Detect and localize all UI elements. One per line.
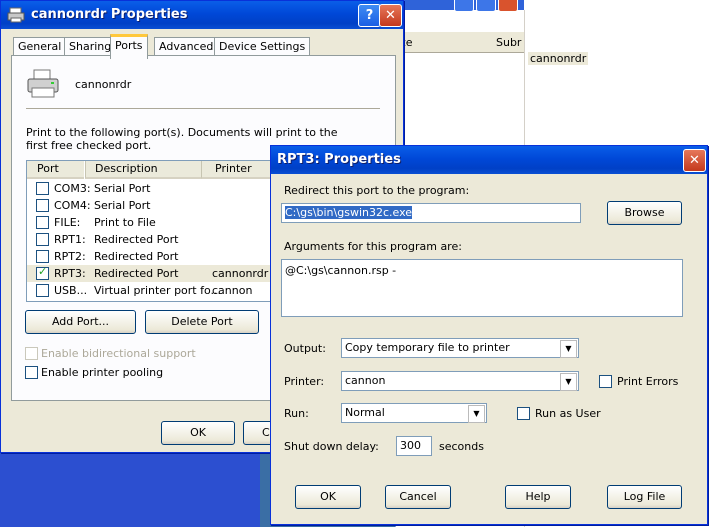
help-button[interactable]: ?	[358, 4, 381, 27]
printer-name: cannonrdr	[75, 78, 132, 91]
tab-general[interactable]: General	[13, 37, 67, 56]
port-checkbox[interactable]	[36, 265, 49, 280]
chevron-down-icon[interactable]: ▼	[560, 373, 577, 391]
port-row-usb[interactable]: USB... Virtual printer port fo... cannon	[27, 282, 289, 299]
print-errors-label: Print Errors	[617, 375, 679, 388]
tab-sharing[interactable]: Sharing	[64, 37, 117, 56]
rpt3-properties-dialog: RPT3: Properties ✕ Redirect this port to…	[270, 145, 708, 525]
tab-ports[interactable]: Ports	[110, 34, 148, 59]
printer-large-icon	[27, 69, 59, 98]
background-title-bar	[396, 0, 524, 12]
port-row-com3[interactable]: COM3: Serial Port	[27, 180, 289, 197]
shutdown-delay-input[interactable]: 300	[396, 436, 432, 456]
tab-device-settings[interactable]: Device Settings	[214, 37, 311, 56]
arguments-label: Arguments for this program are:	[284, 240, 462, 253]
port-checkbox[interactable]	[36, 250, 49, 263]
title-bar: RPT3: Properties ✕	[271, 146, 707, 174]
minimize-button[interactable]	[454, 0, 474, 12]
pooling-label: Enable printer pooling	[41, 366, 164, 379]
port-checkbox[interactable]	[36, 199, 49, 212]
port-row-file[interactable]: FILE: Print to File	[27, 214, 289, 231]
ok-button[interactable]: OK	[295, 485, 361, 509]
port-row-rpt1[interactable]: RPT1: Redirected Port	[27, 231, 289, 248]
add-port-button[interactable]: Add Port...	[25, 310, 136, 334]
run-as-user-checkbox[interactable]	[517, 407, 530, 420]
help-button[interactable]: Help	[505, 485, 571, 509]
column-port[interactable]: Port	[27, 161, 84, 179]
chevron-down-icon[interactable]: ▼	[468, 405, 485, 423]
desktop-background	[0, 448, 260, 527]
ports-list[interactable]: Port Description Printer COM3: Serial Po…	[26, 160, 290, 302]
log-file-button[interactable]: Log File	[607, 485, 682, 509]
cancel-button[interactable]: Cancel	[385, 485, 451, 509]
port-row-rpt2[interactable]: RPT2: Redirected Port	[27, 248, 289, 265]
delete-port-button[interactable]: Delete Port	[145, 310, 259, 334]
column-subr[interactable]: Subr	[496, 36, 521, 49]
maximize-button[interactable]	[476, 0, 496, 12]
pooling-checkbox[interactable]	[25, 366, 38, 379]
program-path-value: C:\gs\bin\gswin32c.exe	[285, 206, 413, 219]
close-button[interactable]: ✕	[379, 4, 402, 27]
bidirectional-checkbox[interactable]	[25, 347, 38, 360]
seconds-label: seconds	[439, 440, 484, 453]
port-checkbox[interactable]	[36, 233, 49, 246]
run-label: Run:	[284, 407, 309, 420]
printer-icon	[7, 7, 25, 23]
selected-item[interactable]: cannonrdr	[528, 52, 589, 65]
close-button[interactable]: ✕	[683, 149, 706, 172]
printer-label: Printer:	[284, 375, 325, 388]
window-title: cannonrdr Properties	[31, 7, 188, 22]
output-label: Output:	[284, 342, 326, 355]
print-errors-checkbox[interactable]	[599, 375, 612, 388]
program-path-input[interactable]: C:\gs\bin\gswin32c.exe	[281, 203, 581, 223]
chevron-down-icon[interactable]: ▼	[560, 340, 577, 358]
close-button[interactable]	[498, 0, 518, 12]
redirect-label: Redirect this port to the program:	[284, 184, 470, 197]
run-as-user-label: Run as User	[535, 407, 601, 420]
arguments-value: @C:\gs\cannon.rsp -	[285, 264, 397, 277]
separator	[26, 108, 380, 109]
run-select[interactable]: Normal ▼	[341, 403, 487, 423]
port-checkbox[interactable]	[36, 284, 49, 297]
tab-advanced[interactable]: Advanced	[154, 37, 219, 56]
shutdown-delay-label: Shut down delay:	[284, 440, 379, 453]
arguments-input[interactable]: @C:\gs\cannon.rsp -	[281, 259, 683, 317]
ok-button[interactable]: OK	[161, 421, 235, 445]
title-bar: cannonrdr Properties ? ✕	[1, 1, 403, 29]
port-row-com4[interactable]: COM4: Serial Port	[27, 197, 289, 214]
output-select[interactable]: Copy temporary file to printer ▼	[341, 338, 579, 358]
printer-select[interactable]: cannon ▼	[341, 371, 579, 391]
port-checkbox[interactable]	[36, 182, 49, 195]
port-row-rpt3[interactable]: RPT3: Redirected Port cannonrdr	[27, 265, 289, 282]
bidirectional-label: Enable bidirectional support	[41, 347, 196, 360]
port-checkbox[interactable]	[36, 216, 49, 229]
column-description[interactable]: Description	[85, 161, 201, 179]
browse-button[interactable]: Browse	[607, 201, 682, 225]
window-title: RPT3: Properties	[277, 152, 401, 167]
column-headers: ze Subr	[396, 32, 524, 53]
